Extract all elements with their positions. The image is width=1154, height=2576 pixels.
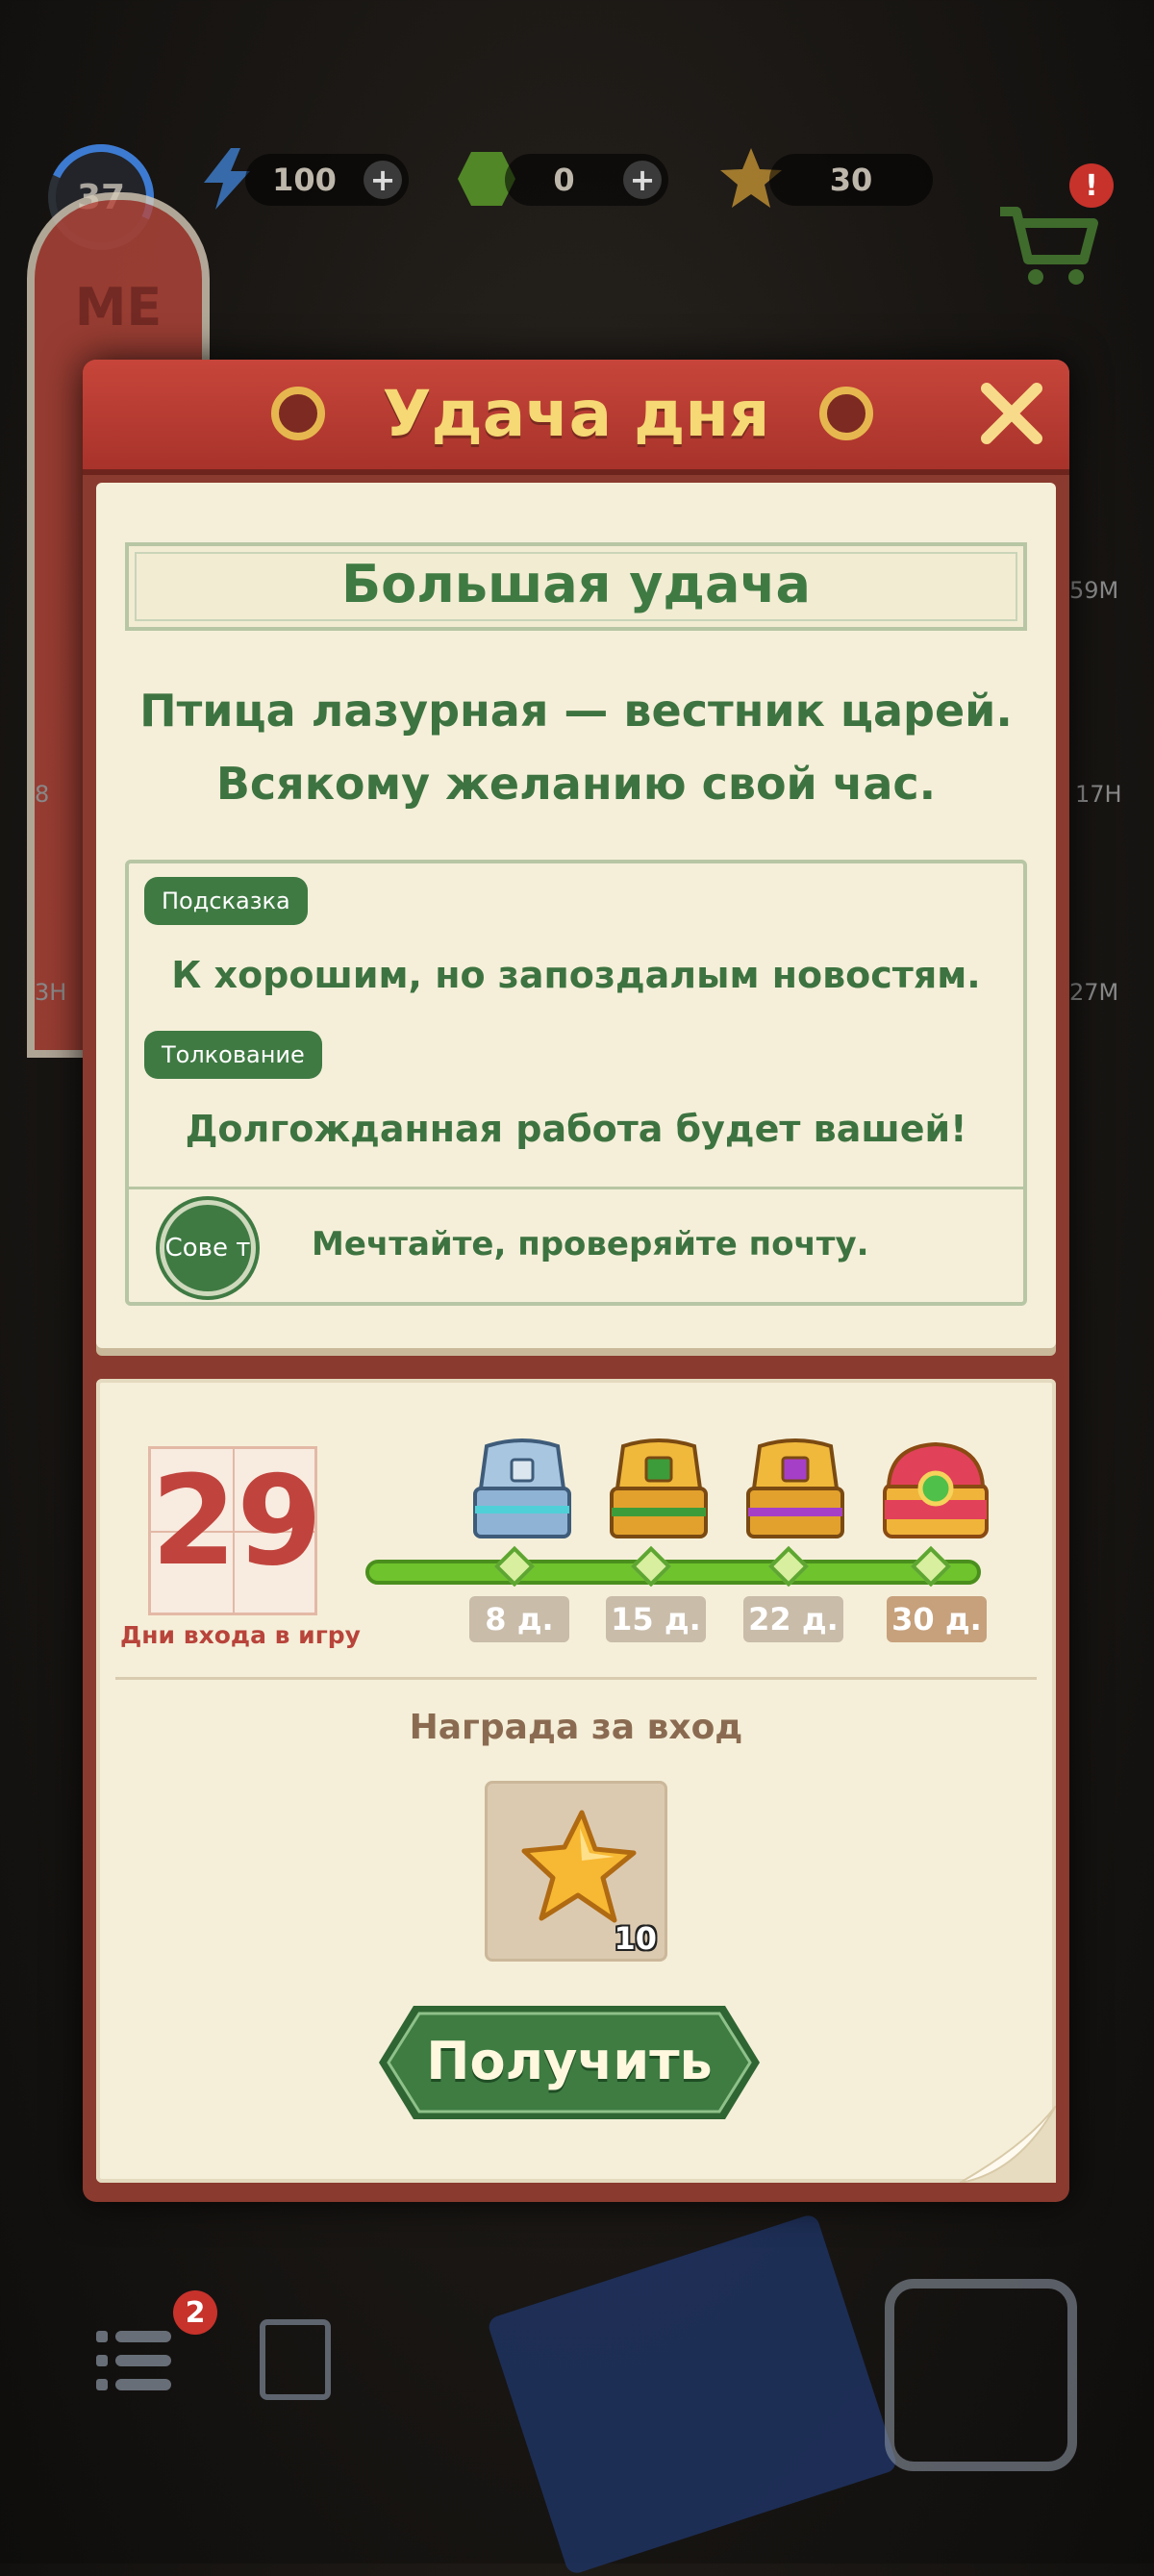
login-reward-card: 29 Дни входа в игру 8 д. 15 д. 22 д. 30 … <box>96 1379 1056 2183</box>
gem-plus-button[interactable]: + <box>623 161 662 199</box>
shop-alert-badge: ! <box>1069 163 1114 208</box>
fortune-poem-line-1: Птица лазурная — вестник царей. <box>139 685 1013 737</box>
advice-text: Мечтайте, проверяйте почту. <box>312 1225 869 1263</box>
claim-label: Получить <box>426 2031 713 2091</box>
login-days-value: 29 <box>151 1450 323 1593</box>
milestone-label-4: 30 д. <box>887 1596 987 1642</box>
reward-count: 10 <box>614 1920 657 1957</box>
side-timer-2: 17H <box>1075 781 1122 808</box>
interpretation-tag: Толкование <box>144 1031 322 1079</box>
case-folder <box>486 2213 899 2576</box>
energy-counter: 100 + <box>245 154 409 206</box>
close-button[interactable] <box>973 375 1050 452</box>
side-timer-1: 59M <box>1069 577 1119 604</box>
task-list-icon[interactable] <box>96 2327 173 2394</box>
advice-tag: Сове т <box>160 1200 256 1296</box>
page-curl <box>960 2106 1056 2183</box>
header-ring-right-icon <box>819 387 873 440</box>
fortune-details: Подсказка К хорошим, но запоздалым новос… <box>125 860 1027 1306</box>
fortune-level: Большая удача <box>341 554 811 614</box>
shop-cart-icon[interactable] <box>995 202 1101 288</box>
milestone-label-3: 22 д. <box>743 1596 843 1642</box>
suitcase-icon[interactable] <box>885 2279 1077 2471</box>
login-progress-bar <box>365 1560 981 1585</box>
fortune-level-plaque: Большая удача <box>125 542 1027 631</box>
login-reward-title: Награда за вход <box>409 1708 743 1747</box>
star-icon <box>521 1810 637 1923</box>
fortune-poem-line-2: Всякому желанию свой час. <box>215 758 937 810</box>
notebook-icon[interactable] <box>260 2319 331 2400</box>
energy-value: 100 <box>272 162 337 198</box>
menu-banner-text: МЕ <box>74 277 163 338</box>
login-days-caption: Дни входа в игру <box>120 1621 361 1649</box>
gem-counter: 0 + <box>505 154 668 206</box>
hint-text: К хорошим, но запоздалым новостям. <box>171 954 981 996</box>
fortune-card: Большая удача Птица лазурная — вестник ц… <box>96 483 1056 1348</box>
milestone-label-2: 15 д. <box>606 1596 706 1642</box>
gem-value: 0 <box>553 162 575 198</box>
daily-luck-dialog: Удача дня Большая удача Птица лазурная —… <box>83 360 1069 2202</box>
claim-button[interactable]: Получить <box>375 2002 764 2123</box>
task-count-badge: 2 <box>173 2290 217 2335</box>
energy-plus-button[interactable]: + <box>364 161 402 199</box>
green-chest-icon[interactable] <box>598 1433 719 1544</box>
interpretation-text: Долгожданная работа будет вашей! <box>185 1108 967 1150</box>
gold-chest-icon[interactable] <box>875 1433 996 1544</box>
purple-chest-icon[interactable] <box>735 1433 856 1544</box>
side-timer-4: 8 <box>35 781 50 808</box>
side-timer-5: 3H <box>35 979 67 1006</box>
close-icon <box>981 383 1042 444</box>
hint-tag: Подсказка <box>144 877 308 925</box>
details-divider <box>129 1187 1023 1189</box>
dialog-header: Удача дня <box>83 360 1069 475</box>
star-value: 30 <box>829 162 873 198</box>
dialog-title: Удача дня <box>382 377 770 451</box>
milestone-label-1: 8 д. <box>469 1596 569 1642</box>
side-timer-3: 27M <box>1069 979 1119 1006</box>
reward-item-slot[interactable]: 10 <box>485 1781 667 1962</box>
blue-chest-icon[interactable] <box>462 1433 583 1544</box>
star-counter: 30 <box>769 154 933 206</box>
calendar-icon: 29 <box>148 1446 323 1615</box>
reward-separator <box>115 1677 1037 1680</box>
